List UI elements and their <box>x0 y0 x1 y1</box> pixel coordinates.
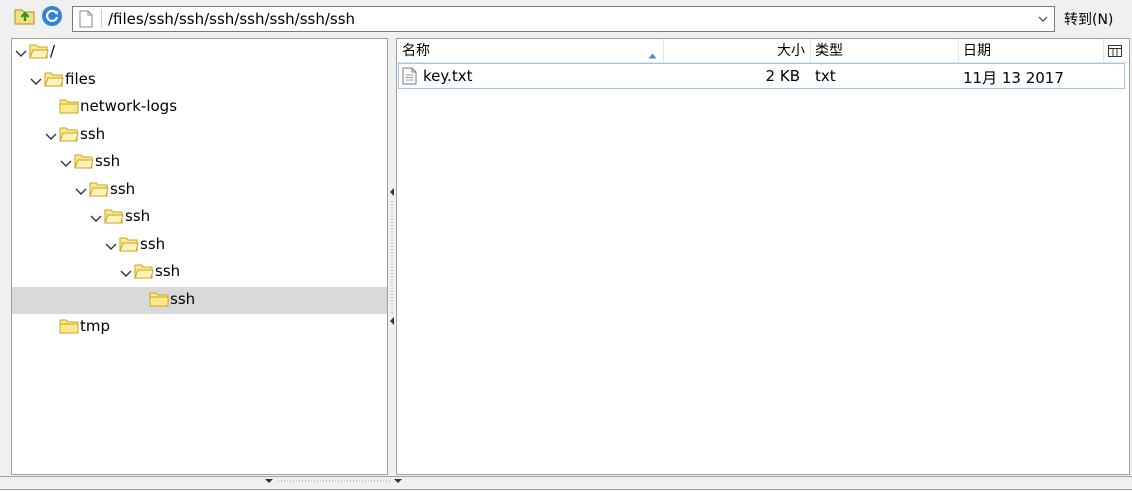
tree-item[interactable]: / <box>12 39 387 66</box>
header-divider[interactable] <box>958 39 959 63</box>
tree-item[interactable]: ssh <box>12 286 387 314</box>
chevron-down-icon[interactable] <box>60 157 72 167</box>
tree-item-label: ssh <box>80 124 106 143</box>
file-row[interactable]: key.txt 2 KB txt 11月 13 2017 <box>398 63 1125 89</box>
column-size-header[interactable]: 大小 <box>777 39 805 63</box>
sort-ascending-icon <box>648 47 657 63</box>
chevron-down-icon[interactable] <box>105 240 117 250</box>
vertical-splitter[interactable] <box>388 38 396 475</box>
folder-icon <box>59 98 79 114</box>
open-folder-icon <box>134 263 154 279</box>
open-folder-icon <box>104 208 124 224</box>
tree-item-label: tmp <box>80 317 111 335</box>
open-folder-icon <box>119 236 139 252</box>
chevron-down-icon[interactable] <box>90 212 102 222</box>
column-chooser-icon[interactable] <box>1108 45 1122 61</box>
text-file-icon <box>402 67 417 89</box>
folder-icon <box>59 318 79 334</box>
file-list: 名称 大小 类型 日期 key.txt 2 KB txt 11月 13 2017 <box>396 38 1130 475</box>
file-name: key.txt <box>423 67 473 85</box>
header-divider[interactable] <box>1103 39 1104 63</box>
chevron-down-icon[interactable] <box>30 75 42 85</box>
tree-item[interactable]: ssh <box>12 259 387 286</box>
tree-item-label: ssh <box>125 207 151 225</box>
tree-item[interactable]: ssh <box>12 122 387 149</box>
horizontal-splitter[interactable] <box>0 475 1132 491</box>
address-separator <box>101 10 102 28</box>
tree-item-label: ssh <box>170 289 196 308</box>
column-name-header[interactable]: 名称 <box>402 39 430 63</box>
goto-button[interactable]: 转到(N) <box>1064 9 1113 29</box>
open-folder-icon <box>44 71 64 87</box>
column-date-header[interactable]: 日期 <box>963 39 991 63</box>
tree-item-label: network-logs <box>80 97 178 115</box>
folder-up-icon <box>14 6 36 30</box>
chevron-down-icon[interactable] <box>75 185 87 195</box>
tree-item-label: files <box>65 69 96 88</box>
tree-item[interactable]: tmp <box>12 314 387 341</box>
tree-item[interactable]: ssh <box>12 232 387 259</box>
tree-item[interactable]: network-logs <box>12 94 387 121</box>
tree-item[interactable]: ssh <box>12 204 387 231</box>
address-bar[interactable]: /files/ssh/ssh/ssh/ssh/ssh/ssh/ssh <box>72 6 1055 32</box>
chevron-down-icon[interactable] <box>15 47 27 57</box>
file-type: txt <box>815 67 836 85</box>
document-icon <box>79 10 93 32</box>
tree-item-label: ssh <box>95 152 121 170</box>
folder-up-button[interactable] <box>13 7 37 29</box>
list-header: 名称 大小 类型 日期 <box>397 39 1129 63</box>
chevron-down-icon[interactable] <box>1036 10 1050 28</box>
tree-item-label: / <box>50 42 56 60</box>
chevron-down-icon[interactable] <box>45 130 57 140</box>
refresh-button[interactable] <box>40 5 64 31</box>
tree-item-label: ssh <box>140 234 166 253</box>
refresh-icon <box>41 5 63 31</box>
folder-tree: / files network-logs ssh ssh ssh ssh ssh ssh ssh t… <box>11 38 388 475</box>
file-size: 2 KB <box>765 67 800 85</box>
chevron-down-icon[interactable] <box>120 267 132 277</box>
column-type-header[interactable]: 类型 <box>815 39 843 63</box>
tree-item-label: ssh <box>155 262 181 280</box>
path-input[interactable]: /files/ssh/ssh/ssh/ssh/ssh/ssh/ssh <box>108 10 355 28</box>
open-folder-icon <box>59 126 79 142</box>
file-date: 11月 13 2017 <box>963 69 1064 87</box>
tree-item[interactable]: ssh <box>12 149 387 176</box>
open-folder-icon <box>89 181 109 197</box>
open-folder-icon <box>74 153 94 169</box>
folder-icon <box>149 291 169 307</box>
tree-item-label: ssh <box>110 179 136 198</box>
header-divider[interactable] <box>810 39 811 63</box>
tree-item[interactable]: files <box>12 67 387 94</box>
header-divider[interactable] <box>663 39 664 63</box>
open-folder-icon <box>29 43 49 59</box>
toolbar: /files/ssh/ssh/ssh/ssh/ssh/ssh/ssh 转到(N) <box>0 0 1132 37</box>
tree-item[interactable]: ssh <box>12 177 387 204</box>
